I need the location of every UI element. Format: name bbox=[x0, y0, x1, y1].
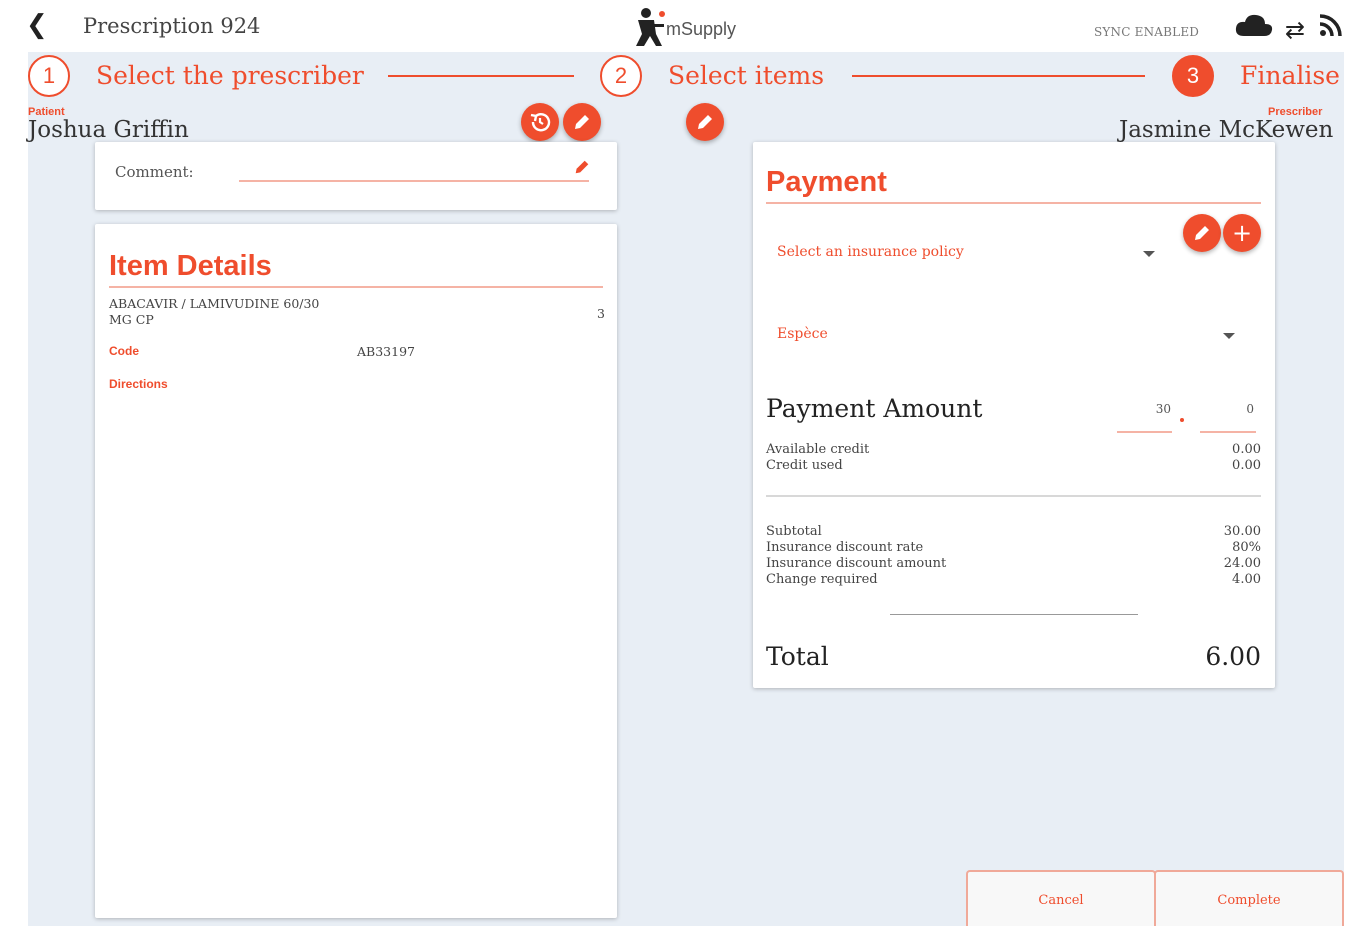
payment-rule bbox=[766, 202, 1261, 204]
pencil-icon bbox=[1195, 226, 1209, 240]
step-1-label[interactable]: Select the prescriber bbox=[96, 61, 364, 90]
change-required-label: Change required bbox=[766, 572, 878, 587]
discount-amount-label: Insurance discount amount bbox=[766, 556, 947, 571]
pencil-icon[interactable] bbox=[573, 158, 591, 176]
payment-amount-fraction-underline bbox=[1200, 431, 1256, 433]
total-label: Total bbox=[766, 642, 829, 671]
item-quantity: 3 bbox=[597, 306, 605, 321]
directions-label: Directions bbox=[109, 377, 168, 391]
discount-rate-value: 80% bbox=[1232, 540, 1261, 555]
plus-icon: + bbox=[1231, 219, 1253, 247]
payment-type-value: Espèce bbox=[777, 326, 828, 342]
code-value: AB33197 bbox=[357, 344, 415, 359]
item-name: ABACAVIR / LAMIVUDINE 60/30 bbox=[109, 296, 320, 311]
step-2-label[interactable]: Select items bbox=[668, 61, 824, 90]
available-credit-value: 0.00 bbox=[1232, 442, 1261, 457]
step-1-indicator[interactable]: 1 bbox=[28, 55, 70, 97]
sync-arrows-icon[interactable]: ⇄ bbox=[1285, 16, 1305, 44]
comment-card: Comment: bbox=[95, 142, 617, 210]
credit-used-label: Credit used bbox=[766, 458, 843, 473]
insurance-select-value: Select an insurance policy bbox=[777, 244, 964, 260]
cancel-button[interactable]: Cancel bbox=[966, 870, 1156, 926]
top-bar: ❮ Prescription 924 mSupply SYNC ENABLED … bbox=[0, 0, 1370, 52]
total-value: 6.00 bbox=[1205, 642, 1261, 671]
step-1-number: 1 bbox=[42, 63, 56, 88]
payment-card: Payment + Select an insurance policy Esp… bbox=[753, 142, 1275, 688]
step-connector-2 bbox=[852, 75, 1145, 77]
subtotal-label: Subtotal bbox=[766, 524, 822, 539]
edit-insurance-button[interactable] bbox=[1183, 214, 1221, 252]
payment-amount-whole-underline bbox=[1117, 431, 1172, 433]
item-details-title: Item Details bbox=[109, 250, 272, 282]
add-insurance-button[interactable]: + bbox=[1223, 214, 1261, 252]
payment-type-select[interactable]: Espèce bbox=[777, 326, 1235, 352]
chevron-down-icon bbox=[1223, 333, 1235, 339]
decimal-separator bbox=[1180, 418, 1184, 422]
credit-used-value: 0.00 bbox=[1232, 458, 1261, 473]
step-3-label[interactable]: Finalise bbox=[1240, 61, 1340, 90]
chevron-down-icon bbox=[1143, 251, 1155, 257]
comment-input[interactable] bbox=[239, 180, 589, 182]
cloud-icon[interactable] bbox=[1234, 12, 1274, 38]
page-title: Prescription 924 bbox=[83, 14, 261, 38]
chevron-left-icon[interactable]: ❮ bbox=[26, 10, 48, 40]
item-details-rule bbox=[109, 286, 603, 288]
sync-status: SYNC ENABLED bbox=[1094, 25, 1200, 39]
step-2-number: 2 bbox=[614, 63, 628, 88]
payment-amount-label: Payment Amount bbox=[766, 394, 983, 423]
code-label: Code bbox=[109, 344, 139, 358]
item-details-card: Item Details ABACAVIR / LAMIVUDINE 60/30… bbox=[95, 224, 617, 918]
discount-amount-value: 24.00 bbox=[1223, 556, 1261, 571]
payment-title: Payment bbox=[766, 166, 887, 198]
comment-label: Comment: bbox=[115, 163, 194, 181]
step-3-indicator[interactable]: 3 bbox=[1172, 55, 1214, 97]
patient-name: Joshua Griffin bbox=[28, 117, 189, 143]
available-credit-label: Available credit bbox=[766, 442, 870, 457]
history-icon bbox=[530, 113, 551, 132]
logo-text: mSupply bbox=[666, 19, 737, 39]
step-3-number: 3 bbox=[1186, 63, 1200, 88]
history-button[interactable] bbox=[521, 103, 559, 141]
pencil-icon bbox=[698, 115, 712, 129]
complete-button[interactable]: Complete bbox=[1154, 870, 1344, 926]
prescriber-name: Jasmine McKewen bbox=[1119, 117, 1334, 143]
total-divider bbox=[890, 614, 1138, 615]
rss-icon[interactable] bbox=[1318, 12, 1344, 38]
discount-rate-label: Insurance discount rate bbox=[766, 540, 924, 555]
edit-patient-button[interactable] bbox=[563, 103, 601, 141]
change-required-value: 4.00 bbox=[1232, 572, 1261, 587]
divider bbox=[766, 495, 1261, 497]
item-name-cont: MG CP bbox=[109, 312, 154, 327]
step-connector-1 bbox=[388, 75, 574, 77]
subtotal-value: 30.00 bbox=[1223, 524, 1261, 539]
payment-amount-whole[interactable]: 30 bbox=[1117, 402, 1171, 416]
step-2-indicator[interactable]: 2 bbox=[600, 55, 642, 97]
edit-items-button[interactable] bbox=[686, 103, 724, 141]
insurance-select[interactable]: Select an insurance policy bbox=[777, 242, 1157, 268]
pencil-icon bbox=[575, 115, 589, 129]
payment-amount-fraction[interactable]: 0 bbox=[1200, 402, 1254, 416]
